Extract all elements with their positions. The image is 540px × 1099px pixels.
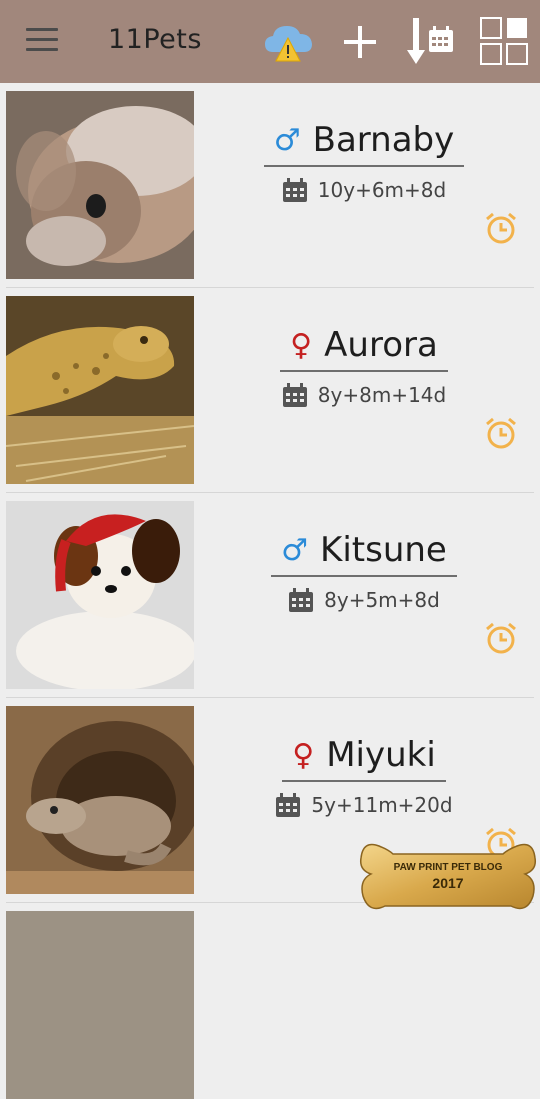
alarm-clock-icon[interactable] bbox=[484, 416, 518, 450]
pet-age-line: 8y+8m+14d bbox=[282, 382, 446, 408]
pet-row[interactable]: ♂ Barnaby 10y+6m+8d bbox=[6, 83, 534, 288]
pet-age: 8y+5m+8d bbox=[324, 587, 440, 612]
pet-row[interactable]: ♀ Aurora 8y+8m+14d bbox=[6, 288, 534, 493]
pet-photo-dog bbox=[6, 501, 194, 689]
calendar-icon bbox=[282, 177, 307, 202]
pet-photo-lizard bbox=[6, 706, 194, 894]
male-gender-icon: ♂ bbox=[273, 122, 301, 158]
calendar-icon bbox=[289, 587, 314, 612]
cloud-warning-icon[interactable] bbox=[263, 20, 315, 64]
pet-age: 8y+8m+14d bbox=[317, 382, 447, 407]
pet-row[interactable]: ♂ Kitsune 8y+5m+8d bbox=[6, 493, 534, 698]
pet-info: ♂ Kitsune 8y+5m+8d bbox=[256, 530, 472, 617]
calendar-icon bbox=[282, 382, 307, 407]
pet-info: ♂ Barnaby 10y+6m+8d bbox=[256, 120, 472, 207]
calendar-icon bbox=[276, 792, 301, 817]
grid-view-icon[interactable] bbox=[479, 16, 529, 66]
badge-line1: PAW PRINT PET BLOG bbox=[394, 862, 503, 873]
pet-age-line: 5y+11m+20d bbox=[275, 792, 453, 818]
pet-age-line: 8y+5m+8d bbox=[288, 587, 440, 613]
pet-photo-partial bbox=[6, 911, 194, 1099]
pet-name: Kitsune bbox=[320, 530, 447, 570]
pet-name-line: ♀ Miyuki bbox=[282, 735, 446, 782]
pet-name: Miyuki bbox=[326, 735, 436, 775]
female-gender-icon: ♀ bbox=[292, 737, 315, 773]
pet-name-line: ♂ Kitsune bbox=[271, 530, 457, 577]
pet-list: ♂ Barnaby 10y+6m+8d ♀ Aurora 8y+8m+14d ♂… bbox=[0, 83, 540, 1099]
alarm-clock-icon[interactable] bbox=[484, 211, 518, 245]
app-title: 11Pets bbox=[108, 24, 202, 55]
hamburger-menu-icon[interactable] bbox=[26, 28, 58, 54]
badge-line2: 2017 bbox=[432, 875, 463, 891]
sort-down-calendar-icon[interactable] bbox=[405, 16, 455, 66]
plus-icon[interactable] bbox=[340, 22, 380, 62]
pet-photo-gecko bbox=[6, 296, 194, 484]
alarm-clock-icon[interactable] bbox=[484, 621, 518, 655]
paw-print-blog-badge: PAW PRINT PET BLOG 2017 bbox=[359, 843, 537, 910]
pet-age-line: 10y+6m+8d bbox=[282, 177, 446, 203]
pet-info: ♀ Aurora 8y+8m+14d bbox=[256, 325, 472, 412]
male-gender-icon: ♂ bbox=[281, 532, 309, 568]
pet-name: Barnaby bbox=[312, 120, 455, 160]
app-toolbar: 11Pets bbox=[0, 0, 540, 83]
pet-info: ♀ Miyuki 5y+11m+20d bbox=[256, 735, 472, 822]
pet-name: Aurora bbox=[324, 325, 438, 365]
pet-name-line: ♀ Aurora bbox=[280, 325, 448, 372]
female-gender-icon: ♀ bbox=[290, 327, 313, 363]
pet-name-line: ♂ Barnaby bbox=[263, 120, 465, 167]
pet-age: 10y+6m+8d bbox=[317, 177, 447, 202]
pet-age: 5y+11m+20d bbox=[311, 792, 453, 817]
pet-photo-rabbit bbox=[6, 91, 194, 279]
